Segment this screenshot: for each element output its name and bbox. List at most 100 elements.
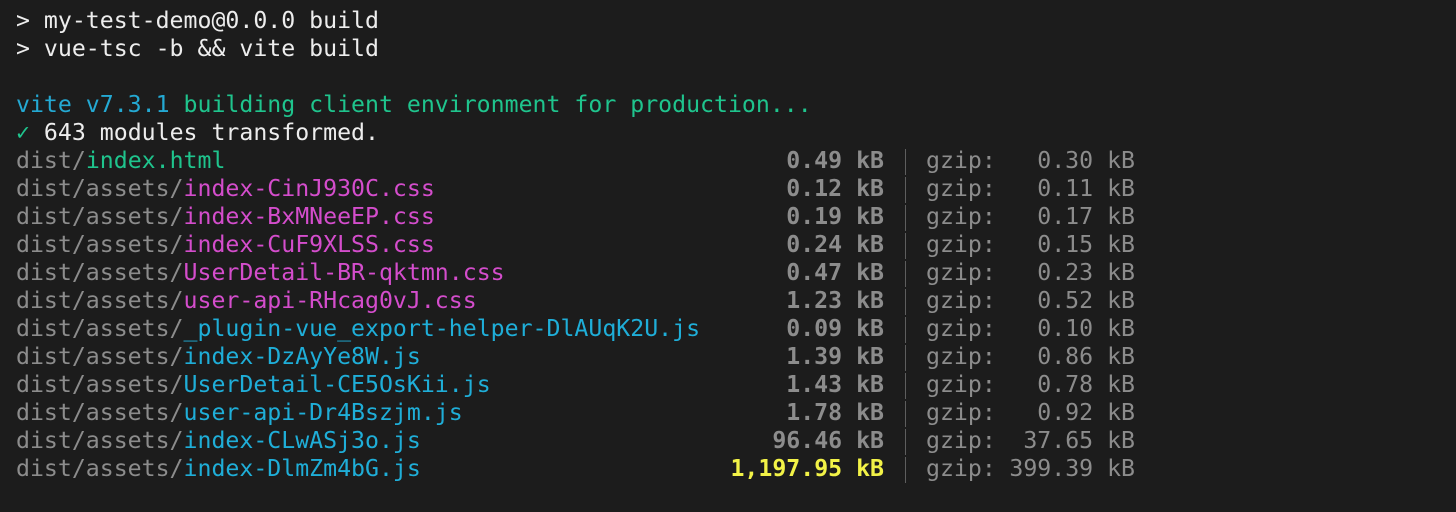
file-name: _plugin-vue_export-helper-DlAUqK2U.js <box>183 315 701 342</box>
file-size: 0.47 kB <box>786 259 884 286</box>
command-line-2: > vue-tsc -b && vite build <box>16 35 379 62</box>
file-size: 1.23 kB <box>786 287 884 314</box>
column-separator <box>905 149 906 175</box>
gzip-label: gzip: <box>926 315 996 342</box>
file-name: user-api-RHcag0vJ.css <box>183 287 477 314</box>
file-size: 1.39 kB <box>786 343 884 370</box>
file-size: 0.19 kB <box>786 203 884 230</box>
file-path: dist/assets/index-CinJ930C.css <box>16 175 435 203</box>
file-path: dist/assets/index-BxMNeeEP.css <box>16 203 435 231</box>
vite-version: vite v7.3.1 <box>16 91 170 118</box>
gzip-size: 37.65 kB <box>1023 427 1135 454</box>
file-directory: dist/assets/ <box>16 287 184 314</box>
file-directory: dist/assets/ <box>16 231 184 258</box>
file-name: index-CuF9XLSS.css <box>183 231 435 258</box>
build-status-line: vite v7.3.1 building client environment … <box>16 91 812 119</box>
column-separator <box>905 345 906 371</box>
file-directory: dist/assets/ <box>16 315 184 342</box>
terminal-window[interactable]: > my-test-demo@0.0.0 build > vue-tsc -b … <box>0 0 1456 512</box>
file-path: dist/assets/index-CLwASj3o.js <box>16 427 421 455</box>
file-path: dist/assets/UserDetail-CE5OsKii.js <box>16 371 491 399</box>
file-directory: dist/assets/ <box>16 427 184 454</box>
file-directory: dist/ <box>16 147 86 174</box>
file-size: 0.24 kB <box>786 231 884 258</box>
file-row: dist/assets/index-CuF9XLSS.css 0.24 kB gzi… <box>0 231 1456 259</box>
file-row: dist/assets/UserDetail-BR-qktmn.css 0.47 … <box>0 259 1456 287</box>
file-path: dist/index.html <box>16 147 225 175</box>
gzip-label: gzip: <box>926 147 996 174</box>
file-size: 0.49 kB <box>786 147 884 174</box>
gzip-label: gzip: <box>926 371 996 398</box>
gzip-size: 0.78 kB <box>1037 371 1135 398</box>
checkmark-icon: ✓ <box>16 119 30 146</box>
gzip-size: 0.17 kB <box>1037 203 1135 230</box>
file-row: dist/assets/index-DzAyYe8W.js 1.39 kB gzip… <box>0 343 1456 371</box>
gzip-label: gzip: <box>926 287 996 314</box>
column-separator <box>905 205 906 231</box>
column-separator <box>905 317 906 343</box>
gzip-size: 0.86 kB <box>1037 343 1135 370</box>
gzip-label: gzip: <box>926 343 996 370</box>
gzip-label: gzip: <box>926 427 996 454</box>
file-row: dist/assets/index-CLwASj3o.js 96.46 kB gzi… <box>0 427 1456 455</box>
file-directory: dist/assets/ <box>16 175 184 202</box>
gzip-label: gzip: <box>926 231 996 258</box>
file-directory: dist/assets/ <box>16 343 184 370</box>
file-path: dist/assets/index-DlmZm4bG.js <box>16 455 421 483</box>
column-separator <box>905 177 906 203</box>
column-separator <box>905 261 906 287</box>
file-name: index-CLwASj3o.js <box>183 427 421 454</box>
file-size: 1,197.95 kB <box>730 455 884 482</box>
column-separator <box>905 429 906 455</box>
modules-line: ✓ 643 modules transformed. <box>16 119 379 147</box>
gzip-label: gzip: <box>926 203 996 230</box>
file-directory: dist/assets/ <box>16 371 184 398</box>
file-directory: dist/assets/ <box>16 259 184 286</box>
column-separator <box>905 289 906 315</box>
file-path: dist/assets/index-CuF9XLSS.css <box>16 231 435 259</box>
column-separator <box>905 401 906 427</box>
file-name: UserDetail-CE5OsKii.js <box>183 371 491 398</box>
gzip-label: gzip: <box>926 399 996 426</box>
file-path: dist/assets/user-api-Dr4Bszjm.js <box>16 399 463 427</box>
file-row: dist/assets/index-DlmZm4bG.js 1,197.95 kB… <box>0 455 1456 483</box>
gzip-size: 0.30 kB <box>1037 147 1135 174</box>
file-row: dist/assets/_plugin-vue_export-helper-Dl… <box>0 315 1456 343</box>
gzip-size: 0.23 kB <box>1037 259 1135 286</box>
gzip-label: gzip: <box>926 455 996 482</box>
build-status-message: building client environment for producti… <box>169 91 812 118</box>
file-row: dist/assets/index-BxMNeeEP.css 0.19 kB gzi… <box>0 203 1456 231</box>
file-size: 1.78 kB <box>786 399 884 426</box>
gzip-size: 0.52 kB <box>1037 287 1135 314</box>
file-path: dist/assets/index-DzAyYe8W.js <box>16 343 421 371</box>
column-separator <box>905 233 906 259</box>
file-size: 1.43 kB <box>786 371 884 398</box>
gzip-label: gzip: <box>926 175 996 202</box>
gzip-size: 0.92 kB <box>1037 399 1135 426</box>
gzip-size: 0.15 kB <box>1037 231 1135 258</box>
gzip-size: 0.10 kB <box>1037 315 1135 342</box>
gzip-size: 399.39 kB <box>1009 455 1135 482</box>
file-directory: dist/assets/ <box>16 455 184 482</box>
file-row: dist/assets/UserDetail-CE5OsKii.js 1.43 k… <box>0 371 1456 399</box>
file-size: 0.09 kB <box>786 315 884 342</box>
file-row: dist/assets/index-CinJ930C.css 0.12 kB gzi… <box>0 175 1456 203</box>
modules-message: 643 modules transformed. <box>29 119 379 146</box>
column-separator <box>905 457 906 483</box>
file-name: index-DlmZm4bG.js <box>183 455 421 482</box>
file-name: UserDetail-BR-qktmn.css <box>183 259 505 286</box>
file-name: index-BxMNeeEP.css <box>183 203 435 230</box>
file-row: dist/assets/user-api-Dr4Bszjm.js 1.78 kB g… <box>0 399 1456 427</box>
file-path: dist/assets/_plugin-vue_export-helper-Dl… <box>16 315 700 343</box>
gzip-size: 0.11 kB <box>1037 175 1135 202</box>
file-size: 96.46 kB <box>772 427 884 454</box>
command-line-1: > my-test-demo@0.0.0 build <box>16 7 379 34</box>
file-row: dist/assets/user-api-RHcag0vJ.css 1.23 kB… <box>0 287 1456 315</box>
file-name: index.html <box>85 147 226 174</box>
file-directory: dist/assets/ <box>16 203 184 230</box>
file-name: index-CinJ930C.css <box>183 175 435 202</box>
file-name: index-DzAyYe8W.js <box>183 343 421 370</box>
gzip-label: gzip: <box>926 259 996 286</box>
file-path: dist/assets/user-api-RHcag0vJ.css <box>16 287 477 315</box>
file-path: dist/assets/UserDetail-BR-qktmn.css <box>16 259 505 287</box>
